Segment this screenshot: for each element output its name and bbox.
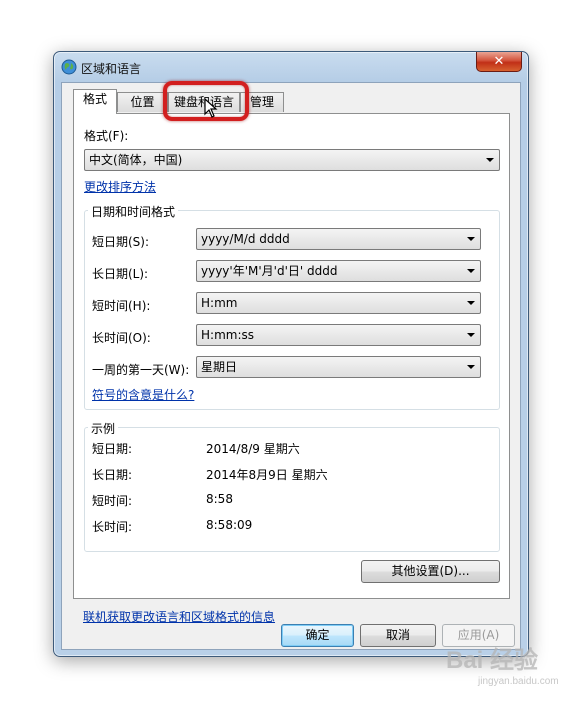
baidu-watermark-url: jingyan.baidu.com (478, 676, 559, 687)
long-time-value: H:mm:ss (201, 328, 254, 342)
mouse-pointer-icon (204, 98, 218, 118)
long-date-select[interactable]: yyyy'年'M'月'd'日' dddd (196, 260, 481, 282)
region-language-dialog: 区域和语言 ✕ 格式 位置 键盘和语言 管理 格式(F): 中文(简体，中国) … (53, 51, 529, 657)
online-info-link[interactable]: 联机获取更改语言和区域格式的信息 (83, 608, 275, 625)
example-short-time-value: 8:58 (206, 492, 233, 506)
chevron-down-icon (486, 158, 494, 162)
first-day-of-week-value: 星期日 (201, 360, 238, 374)
symbols-meaning-link[interactable]: 符号的含意是什么? (92, 386, 194, 403)
first-day-of-week-select[interactable]: 星期日 (196, 356, 481, 378)
format-tab-panel: 格式(F): 中文(简体，中国) 更改排序方法 日期和时间格式 短日期(S): … (73, 113, 510, 599)
dialog-client-area: 格式 位置 键盘和语言 管理 格式(F): 中文(简体，中国) 更改排序方法 日… (61, 82, 521, 650)
example-long-time-value: 8:58:09 (206, 518, 253, 532)
example-short-time-label: 短时间: (92, 494, 133, 508)
baidu-watermark: Bai 经验 (446, 647, 539, 674)
datetime-group-title: 日期和时间格式 (88, 203, 179, 220)
first-day-of-week-label: 一周的第一天(W): (92, 363, 190, 377)
close-button[interactable]: ✕ (476, 52, 522, 72)
long-date-label: 长日期(L): (92, 267, 149, 281)
short-time-select[interactable]: H:mm (196, 292, 481, 314)
short-time-label: 短时间(H): (92, 299, 151, 313)
cancel-button[interactable]: 取消 (360, 624, 436, 647)
short-date-value: yyyy/M/d dddd (201, 232, 290, 246)
window-title: 区域和语言 (81, 62, 142, 76)
example-long-date-label: 长日期: (92, 468, 133, 482)
chevron-down-icon (467, 365, 475, 369)
ok-button[interactable]: 确定 (281, 624, 354, 647)
format-select[interactable]: 中文(简体，中国) (84, 149, 500, 171)
format-select-value: 中文(简体，中国) (89, 153, 183, 167)
globe-icon (61, 59, 77, 75)
chevron-down-icon (467, 237, 475, 241)
short-time-value: H:mm (201, 296, 238, 310)
format-label: 格式(F): (84, 129, 129, 143)
example-short-date-label: 短日期: (92, 442, 133, 456)
chevron-down-icon (467, 301, 475, 305)
tab-location[interactable]: 位置 (117, 92, 168, 112)
chevron-down-icon (467, 333, 475, 337)
chevron-down-icon (467, 269, 475, 273)
short-date-select[interactable]: yyyy/M/d dddd (196, 228, 481, 250)
example-short-date-value: 2014/8/9 星期六 (206, 442, 300, 456)
long-time-label: 长时间(O): (92, 331, 151, 345)
short-date-label: 短日期(S): (92, 235, 150, 249)
change-sort-link[interactable]: 更改排序方法 (84, 178, 156, 195)
long-date-value: yyyy'年'M'月'd'日' dddd (201, 264, 338, 278)
tab-format[interactable]: 格式 (73, 89, 117, 114)
example-group-title: 示例 (88, 420, 119, 437)
example-long-time-label: 长时间: (92, 520, 133, 534)
example-long-date-value: 2014年8月9日 星期六 (206, 468, 328, 482)
long-time-select[interactable]: H:mm:ss (196, 324, 481, 346)
other-settings-button[interactable]: 其他设置(D)... (361, 560, 500, 583)
